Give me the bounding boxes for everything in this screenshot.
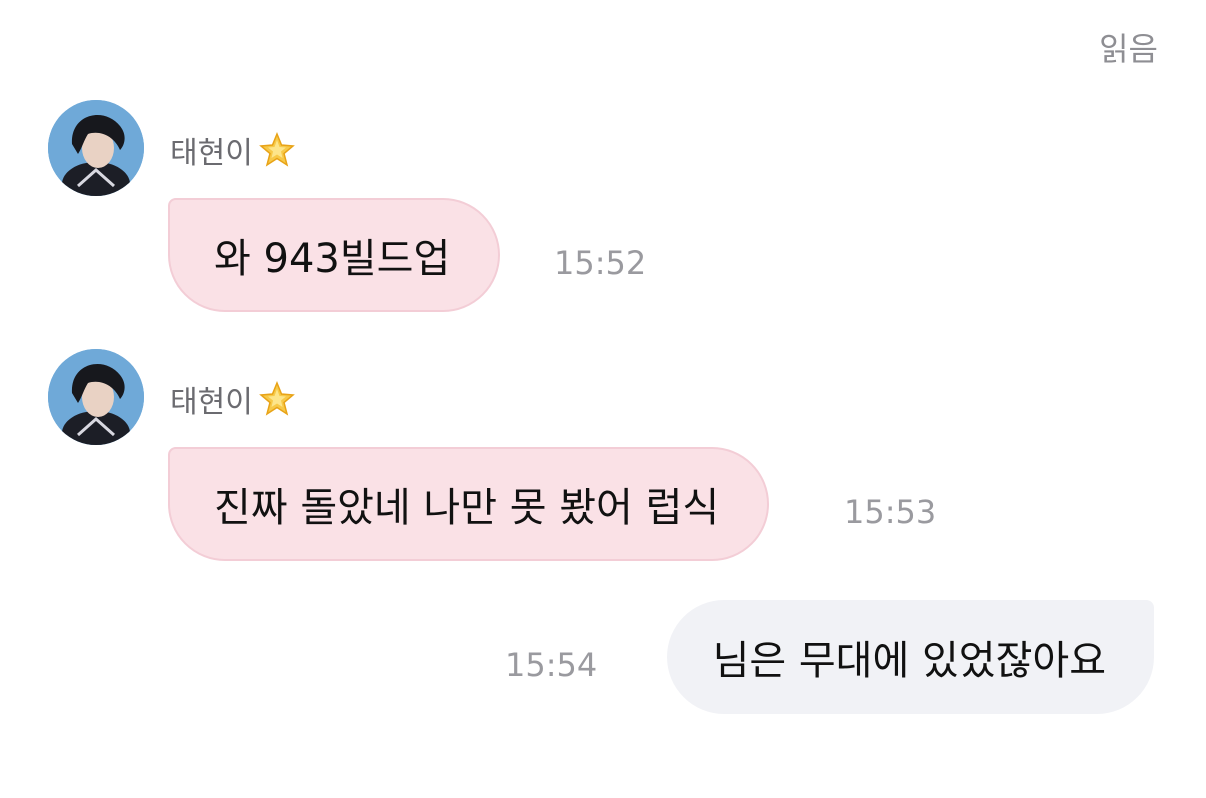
message-text: 진짜 돌았네 나만 못 봤어 럽식 xyxy=(214,485,720,531)
message-time: 15:53 xyxy=(844,493,937,531)
avatar[interactable] xyxy=(48,349,144,445)
message-text: 와 943빌드업 xyxy=(214,236,451,282)
sparkle-star-icon xyxy=(258,381,295,416)
read-status: 읽음 xyxy=(1099,30,1158,68)
sender-name-text: 태현이 xyxy=(170,385,253,420)
message-bubble[interactable]: 와 943빌드업 xyxy=(168,198,501,312)
message-time: 15:54 xyxy=(505,646,598,684)
message-bubble[interactable]: 진짜 돌았네 나만 못 봤어 럽식 xyxy=(168,447,770,561)
sender-name: 태현이 xyxy=(170,128,297,172)
message-text: 님은 무대에 있었잖아요 xyxy=(712,638,1106,684)
sender-name: 태현이 xyxy=(170,377,297,421)
message-bubble-outgoing[interactable]: 님은 무대에 있었잖아요 xyxy=(666,600,1154,714)
avatar-image xyxy=(48,100,144,196)
sender-name-text: 태현이 xyxy=(170,136,253,171)
message-time: 15:52 xyxy=(554,244,647,282)
sparkle-star-icon xyxy=(258,132,295,167)
avatar-image xyxy=(48,349,144,445)
avatar[interactable] xyxy=(48,100,144,196)
